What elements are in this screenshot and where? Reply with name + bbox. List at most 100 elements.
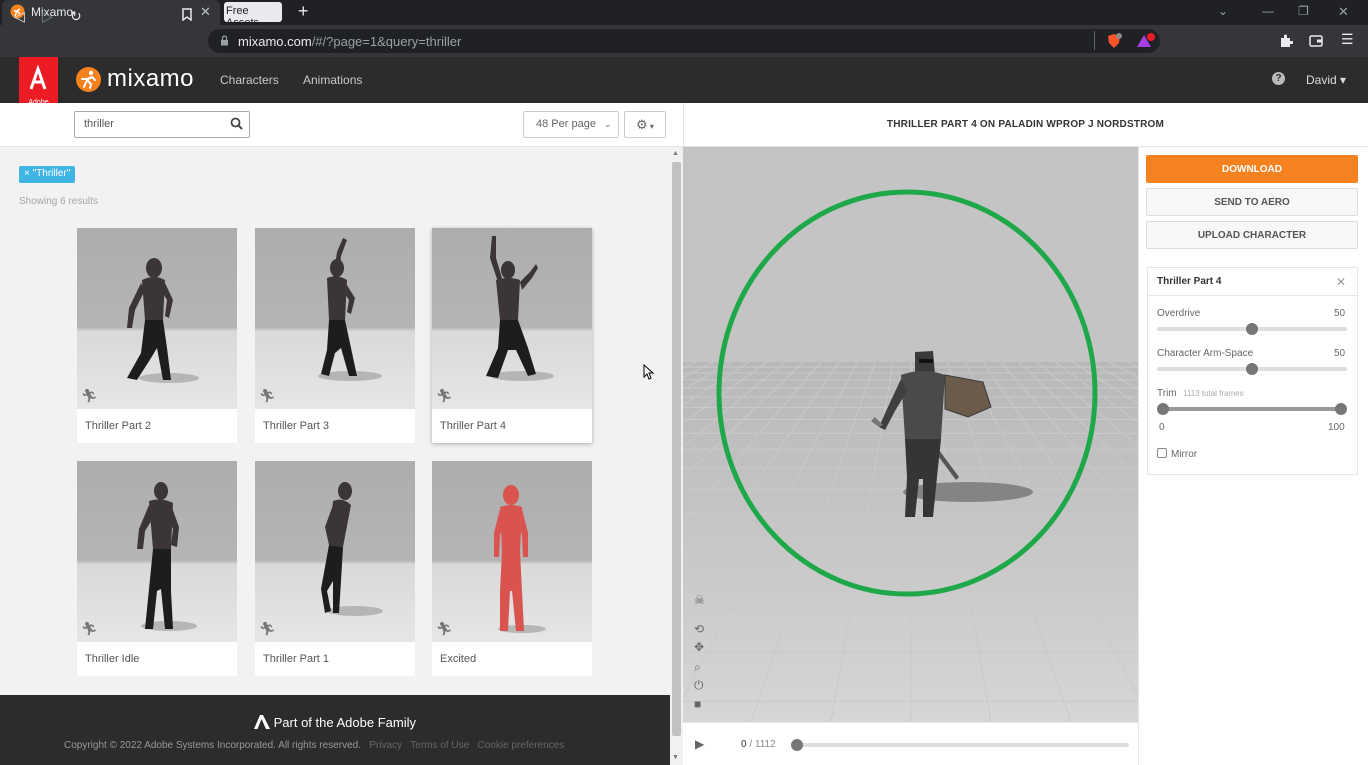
animation-thumbnail [255, 228, 415, 409]
timeline-handle[interactable] [791, 739, 803, 751]
scroll-up-arrow-icon[interactable]: ▲ [672, 150, 679, 157]
animation-thumbnail [432, 461, 592, 642]
animation-card[interactable]: 🏃︎ Thriller Part 3 [255, 228, 415, 443]
trim-start-handle[interactable] [1157, 403, 1169, 415]
frame-current: 0 [741, 739, 747, 750]
nav-characters[interactable]: Characters [220, 73, 279, 87]
frame-total: / 1112 [749, 739, 776, 750]
power-icon[interactable]: ⏻ [694, 678, 704, 693]
animation-thumbnail [432, 228, 592, 409]
card-label: Thriller Idle [85, 653, 140, 665]
animation-card-selected[interactable]: 🏃︎ Thriller Part 4 [432, 228, 592, 443]
per-page-select[interactable]: 48 Per page ⌄ [523, 111, 619, 138]
arm-space-value: 50 [1334, 348, 1346, 359]
copyright: Copyright © 2022 Adobe Systems Incorpora… [64, 740, 361, 751]
trim-frames: 1113 total frames [1183, 389, 1244, 398]
card-label: Thriller Part 1 [263, 653, 330, 665]
privacy-link[interactable]: Privacy [369, 740, 402, 751]
menu-hamburger-icon[interactable]: ☰ [1341, 31, 1354, 48]
wallet-icon[interactable] [1309, 34, 1323, 47]
site-footer [0, 695, 670, 765]
animation-card[interactable]: 🏃︎ Thriller Idle [77, 461, 237, 676]
back-arrow-icon[interactable]: ◁ [14, 8, 25, 25]
cookie-preferences-link[interactable]: Cookie preferences [478, 740, 565, 751]
tab-search-chevron-icon[interactable]: ⌄ [1218, 4, 1228, 18]
minimize-icon[interactable]: — [1262, 4, 1274, 18]
adobe-a-icon [254, 715, 270, 729]
chevron-down-icon: ⌄ [604, 119, 612, 129]
frame-counter: 0 / 1112 [741, 739, 776, 750]
adobe-family: Part of the Adobe Family [254, 715, 416, 730]
card-label: Thriller Part 2 [85, 420, 152, 432]
app-name[interactable]: mixamo [107, 65, 194, 93]
filter-tag-thriller[interactable]: × "Thriller" [19, 166, 76, 183]
trim-end-handle[interactable] [1335, 403, 1347, 415]
animation-thumbnail [77, 461, 237, 642]
trim-slider[interactable] [1157, 407, 1347, 411]
window-close-icon[interactable]: ✕ [1338, 4, 1349, 20]
move-icon[interactable]: ✥ [694, 640, 704, 654]
running-man-icon: 🏃︎ [259, 621, 276, 636]
3d-viewport[interactable] [683, 147, 1138, 722]
bookmark-free-assets[interactable]: Free Assets [224, 2, 282, 29]
animation-card[interactable]: 🏃︎ Thriller Part 1 [255, 461, 415, 676]
url-path: /#/?page=1&query=thriller [311, 34, 462, 49]
nav-animations[interactable]: Animations [303, 73, 362, 87]
new-tab-plus-icon[interactable]: + [298, 1, 309, 22]
scroll-down-arrow-icon[interactable]: ▼ [672, 754, 679, 761]
maximize-icon[interactable]: ❐ [1298, 4, 1309, 18]
search-input-value[interactable]: thriller [84, 118, 114, 130]
running-man-icon: 🏃︎ [436, 621, 453, 636]
play-icon[interactable]: ▶ [695, 737, 704, 751]
overdrive-slider-handle[interactable] [1246, 323, 1258, 335]
brave-rewards-icon[interactable] [1136, 33, 1156, 49]
mirror-checkbox[interactable] [1157, 448, 1167, 458]
url-host: mixamo.com [238, 34, 312, 49]
camera-icon[interactable]: ■ [694, 697, 701, 711]
download-button[interactable]: DOWNLOAD [1146, 155, 1358, 183]
user-name: David [1306, 73, 1337, 87]
search-icon[interactable] [230, 117, 243, 130]
zoom-icon[interactable]: ⌕ [694, 660, 701, 675]
running-man-icon: 🏃︎ [436, 388, 453, 403]
caret-down-icon: ▾ [1336, 73, 1347, 87]
card-label: Excited [440, 653, 477, 665]
overdrive-label: Overdrive [1157, 308, 1201, 319]
forward-arrow-icon[interactable]: ▷ [42, 8, 53, 25]
trim-label: Trim [1157, 388, 1177, 399]
scrollbar-thumb[interactable] [672, 162, 681, 736]
trim-min: 0 [1159, 422, 1165, 433]
reload-icon[interactable]: ↻ [70, 8, 82, 25]
mixamo-logo-icon[interactable] [76, 67, 101, 92]
skull-icon[interactable]: ☠ [694, 593, 705, 607]
card-label: Thriller Part 4 [440, 420, 507, 432]
arm-space-label: Character Arm-Space [1157, 348, 1254, 359]
running-man-icon: 🏃︎ [81, 621, 98, 636]
help-icon[interactable]: ? [1272, 72, 1285, 85]
user-menu[interactable]: David ▾ [1306, 73, 1346, 87]
animation-thumbnail [77, 228, 237, 409]
settings-dropdown[interactable]: ⚙ ▾ [624, 111, 666, 138]
card-label: Thriller Part 3 [263, 420, 330, 432]
arm-space-slider-handle[interactable] [1246, 363, 1258, 375]
animation-card[interactable]: 🏃︎ Thriller Part 2 [77, 228, 237, 443]
timeline-track[interactable] [797, 743, 1129, 747]
animation-card[interactable]: 🏃︎ Excited [432, 461, 592, 676]
extensions-puzzle-icon[interactable] [1279, 34, 1293, 48]
close-icon[interactable]: ✕ [200, 4, 211, 20]
per-page-value: 48 Per page [536, 118, 596, 130]
bookmark-icon[interactable] [182, 8, 192, 21]
mouse-cursor-icon [643, 364, 655, 380]
omnibar-divider [1094, 31, 1095, 50]
mirror-label: Mirror [1171, 449, 1198, 460]
brave-shield-icon[interactable] [1106, 33, 1122, 49]
close-icon[interactable]: ✕ [1336, 275, 1346, 289]
terms-link[interactable]: Terms of Use [410, 740, 469, 751]
send-to-aero-button[interactable]: SEND TO AERO [1146, 188, 1358, 216]
gear-icon: ⚙ [636, 117, 648, 132]
animation-title: THRILLER PART 4 ON PALADIN WPROP J NORDS… [886, 119, 1165, 130]
url-text: mixamo.com/#/?page=1&query=thriller [238, 34, 461, 49]
copyright-line: Copyright © 2022 Adobe Systems Incorpora… [64, 740, 564, 751]
rotate-icon[interactable]: ⟲ [694, 622, 704, 636]
upload-character-button[interactable]: UPLOAD CHARACTER [1146, 221, 1358, 249]
